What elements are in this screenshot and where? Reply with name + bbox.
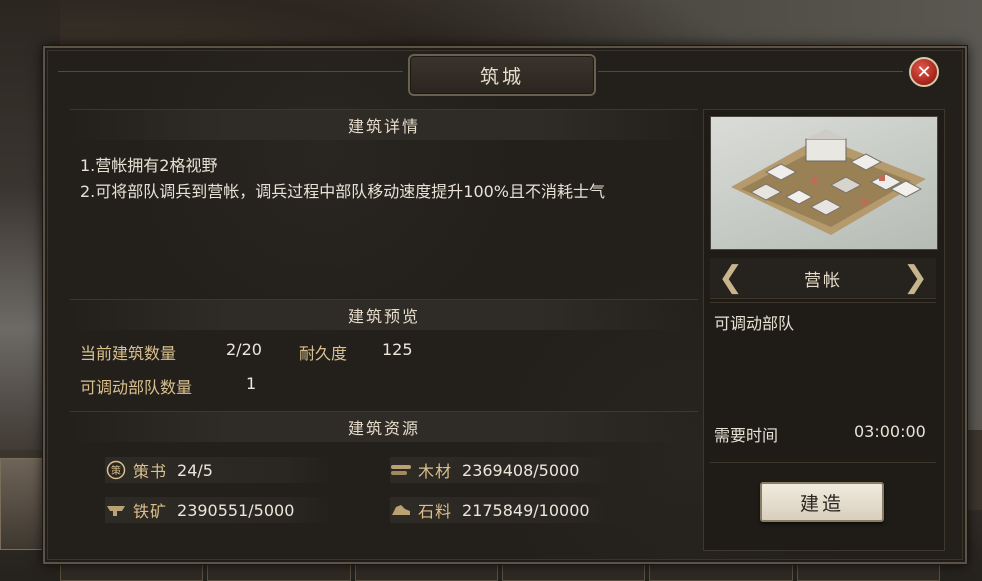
iron-icon — [105, 501, 127, 519]
building-name: 营帐 — [804, 270, 842, 291]
current-count-value: 2/20 — [226, 340, 262, 359]
details-description: 1.营帐拥有2格视野 2.可将部队调兵到营帐，调兵过程中部队移动速度提升100%… — [80, 153, 700, 205]
building-description: 可调动部队 — [714, 314, 795, 333]
resources-section-header: 建筑资源 — [70, 411, 698, 442]
stone-icon — [390, 501, 412, 519]
build-dialog: 筑城 ✕ 建筑详情 1.营帐拥有2格视野 2.可将部队调兵到营帐，调兵过程中部队… — [43, 46, 967, 564]
dialog-title-text: 筑城 — [479, 65, 524, 88]
build-button-label: 建造 — [799, 492, 844, 515]
current-count-label: 当前建筑数量 — [80, 344, 177, 363]
deployable-troops-value: 1 — [246, 374, 257, 393]
deployable-troops-label: 可调动部队数量 — [80, 378, 193, 397]
preview-section-header: 建筑预览 — [70, 299, 698, 330]
resource-wood: 木材 2369408/5000 — [390, 457, 616, 483]
build-button[interactable]: 建造 — [760, 482, 884, 522]
durability-value: 125 — [382, 340, 413, 359]
strategy-book-icon: 策 — [105, 460, 127, 480]
durability-label: 耐久度 — [299, 344, 348, 363]
building-name-bar: ❮ 营帐 ❯ — [710, 258, 936, 299]
chevron-left-icon[interactable]: ❮ — [718, 262, 743, 294]
building-preview-image — [710, 116, 938, 250]
resource-iron: 铁矿 2390551/5000 — [105, 497, 331, 523]
close-button[interactable]: ✕ — [909, 57, 939, 87]
wood-icon — [390, 461, 412, 479]
time-value: 03:00:00 — [854, 422, 926, 441]
details-line-2: 2.可将部队调兵到营帐，调兵过程中部队移动速度提升100%且不消耗士气 — [80, 182, 606, 201]
chevron-right-icon[interactable]: ❯ — [903, 262, 928, 294]
dialog-title: 筑城 — [408, 54, 596, 96]
details-line-1: 1.营帐拥有2格视野 — [80, 156, 218, 175]
svg-text:策: 策 — [111, 464, 121, 477]
details-section-header: 建筑详情 — [70, 109, 698, 140]
resource-strategy-book: 策 策书 24/5 — [105, 457, 331, 483]
resource-stone: 石料 2175849/10000 — [390, 497, 616, 523]
time-label: 需要时间 — [714, 426, 779, 445]
close-icon: ✕ — [916, 61, 932, 83]
